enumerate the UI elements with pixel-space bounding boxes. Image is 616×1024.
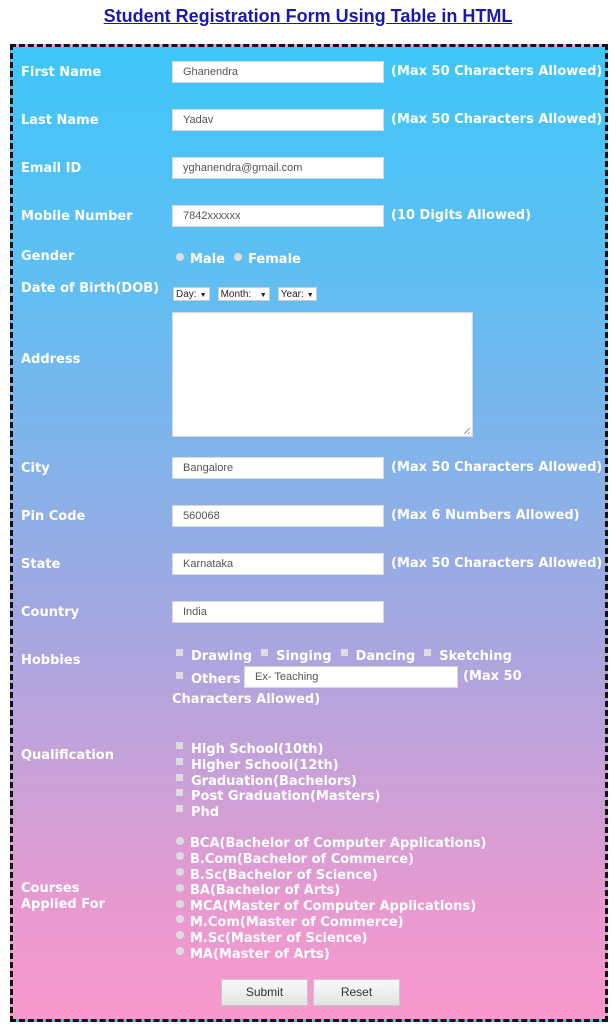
checkbox-icon xyxy=(176,789,183,797)
submit-button[interactable]: Submit xyxy=(221,979,308,1006)
radio-icon xyxy=(176,931,184,940)
radio-icon xyxy=(176,836,184,845)
pin-code-hint: (Max 6 Numbers Allowed) xyxy=(391,508,580,523)
state-label: State xyxy=(21,557,61,572)
qualification-option[interactable]: Phd xyxy=(176,803,381,820)
dob-selects: Day: ▼ Month: ▼ Year: ▼ xyxy=(173,282,320,301)
city-input[interactable]: Bangalore xyxy=(172,457,384,479)
dob-day-select[interactable]: Day: ▼ xyxy=(173,287,210,301)
radio-icon xyxy=(176,252,184,261)
radio-icon xyxy=(176,947,184,956)
page-title[interactable]: Student Registration Form Using Table in… xyxy=(0,6,616,27)
radio-icon xyxy=(176,915,184,924)
state-hint: (Max 50 Characters Allowed) xyxy=(391,556,603,571)
radio-icon xyxy=(176,868,184,877)
radio-icon xyxy=(176,899,184,908)
checkbox-icon xyxy=(261,649,269,656)
gender-female-radio[interactable]: Female xyxy=(234,248,301,267)
first-name-hint: (Max 50 Characters Allowed) xyxy=(391,64,603,79)
email-input[interactable]: yghanendra@gmail.com xyxy=(172,157,384,179)
last-name-label: Last Name xyxy=(21,113,99,128)
course-option[interactable]: BA(Bachelor of Arts) xyxy=(176,881,487,898)
course-option[interactable]: M.Sc(Master of Science) xyxy=(176,929,487,946)
courses-label-line2: Applied For xyxy=(21,897,105,912)
gender-options: Male Female xyxy=(176,248,301,267)
qualification-option[interactable]: High School(10th) xyxy=(176,740,381,757)
hobby-drawing-checkbox[interactable]: Drawing xyxy=(176,645,252,664)
gender-male-radio[interactable]: Male xyxy=(176,248,230,267)
hobby-dancing-checkbox[interactable]: Dancing xyxy=(340,645,415,664)
hobby-others-checkbox[interactable]: Others xyxy=(176,668,241,687)
courses-options: BCA(Bachelor of Computer Applications) B… xyxy=(176,834,487,962)
first-name-input[interactable]: Ghanendra xyxy=(172,61,384,83)
radio-icon xyxy=(176,883,184,892)
resize-grip-icon[interactable] xyxy=(464,428,470,434)
course-option[interactable]: BCA(Bachelor of Computer Applications) xyxy=(176,834,487,851)
qualification-label: Qualification xyxy=(21,748,114,763)
pin-code-input[interactable]: 560068 xyxy=(172,505,384,527)
qualification-option[interactable]: Post Graduation(Masters) xyxy=(176,787,381,804)
hobby-others-hint-part1: (Max 50 xyxy=(463,669,522,684)
registration-form: First Name Ghanendra (Max 50 Characters … xyxy=(10,44,608,1022)
qualification-options: High School(10th) Higher School(12th) Gr… xyxy=(176,740,381,820)
courses-label-line1: Courses xyxy=(21,881,80,896)
course-option[interactable]: MA(Master of Arts) xyxy=(176,945,487,962)
address-textarea[interactable] xyxy=(172,312,473,437)
state-input[interactable]: Karnataka xyxy=(172,553,384,575)
checkbox-icon xyxy=(176,649,183,656)
checkbox-icon xyxy=(424,649,432,656)
mobile-hint: (10 Digits Allowed) xyxy=(391,208,532,223)
first-name-label: First Name xyxy=(21,65,102,80)
checkbox-icon xyxy=(176,805,183,813)
city-hint: (Max 50 Characters Allowed) xyxy=(391,460,603,475)
dob-month-select[interactable]: Month: ▼ xyxy=(217,287,270,301)
course-option[interactable]: B.Sc(Bachelor of Science) xyxy=(176,866,487,883)
country-label: Country xyxy=(21,605,80,620)
hobby-singing-checkbox[interactable]: Singing xyxy=(261,645,332,664)
qualification-option[interactable]: Graduation(Bachelors) xyxy=(176,772,381,789)
dropdown-arrow-icon: ▼ xyxy=(306,292,314,299)
mobile-label: Mobile Number xyxy=(21,209,133,224)
checkbox-icon xyxy=(340,649,348,656)
course-option[interactable]: B.Com(Bachelor of Commerce) xyxy=(176,850,487,867)
city-label: City xyxy=(21,461,50,476)
hobby-sketching-checkbox[interactable]: Sketching xyxy=(424,645,512,664)
dob-year-select[interactable]: Year: ▼ xyxy=(277,287,317,301)
country-input[interactable]: India xyxy=(172,601,384,623)
checkbox-icon xyxy=(176,672,183,679)
hobbies-label: Hobbies xyxy=(21,653,81,668)
mobile-input[interactable]: 7842xxxxxx xyxy=(172,205,384,227)
course-option[interactable]: MCA(Master of Computer Applications) xyxy=(176,897,487,914)
checkbox-icon xyxy=(176,742,183,749)
pin-code-label: Pin Code xyxy=(21,509,86,524)
email-label: Email ID xyxy=(21,161,82,176)
dropdown-arrow-icon: ▼ xyxy=(259,292,267,299)
last-name-input[interactable]: Yadav xyxy=(172,109,384,131)
reset-button[interactable]: Reset xyxy=(313,979,400,1006)
course-option[interactable]: M.Com(Master of Commerce) xyxy=(176,913,487,930)
checkbox-icon xyxy=(176,773,183,781)
last-name-hint: (Max 50 Characters Allowed) xyxy=(391,112,603,127)
address-label: Address xyxy=(21,352,81,367)
qualification-option[interactable]: Higher School(12th) xyxy=(176,756,381,773)
radio-icon xyxy=(234,252,243,261)
gender-label: Gender xyxy=(21,249,75,264)
hobby-others-hint-part2: Characters Allowed) xyxy=(172,692,321,707)
dob-label: Date of Birth(DOB) xyxy=(21,281,160,296)
hobby-others-input[interactable]: Ex- Teaching xyxy=(244,666,458,688)
checkbox-icon xyxy=(176,757,183,765)
dropdown-arrow-icon: ▼ xyxy=(199,292,207,299)
hobbies-options: Drawing Singing Dancing Sketching xyxy=(176,645,512,664)
radio-icon xyxy=(176,852,184,861)
